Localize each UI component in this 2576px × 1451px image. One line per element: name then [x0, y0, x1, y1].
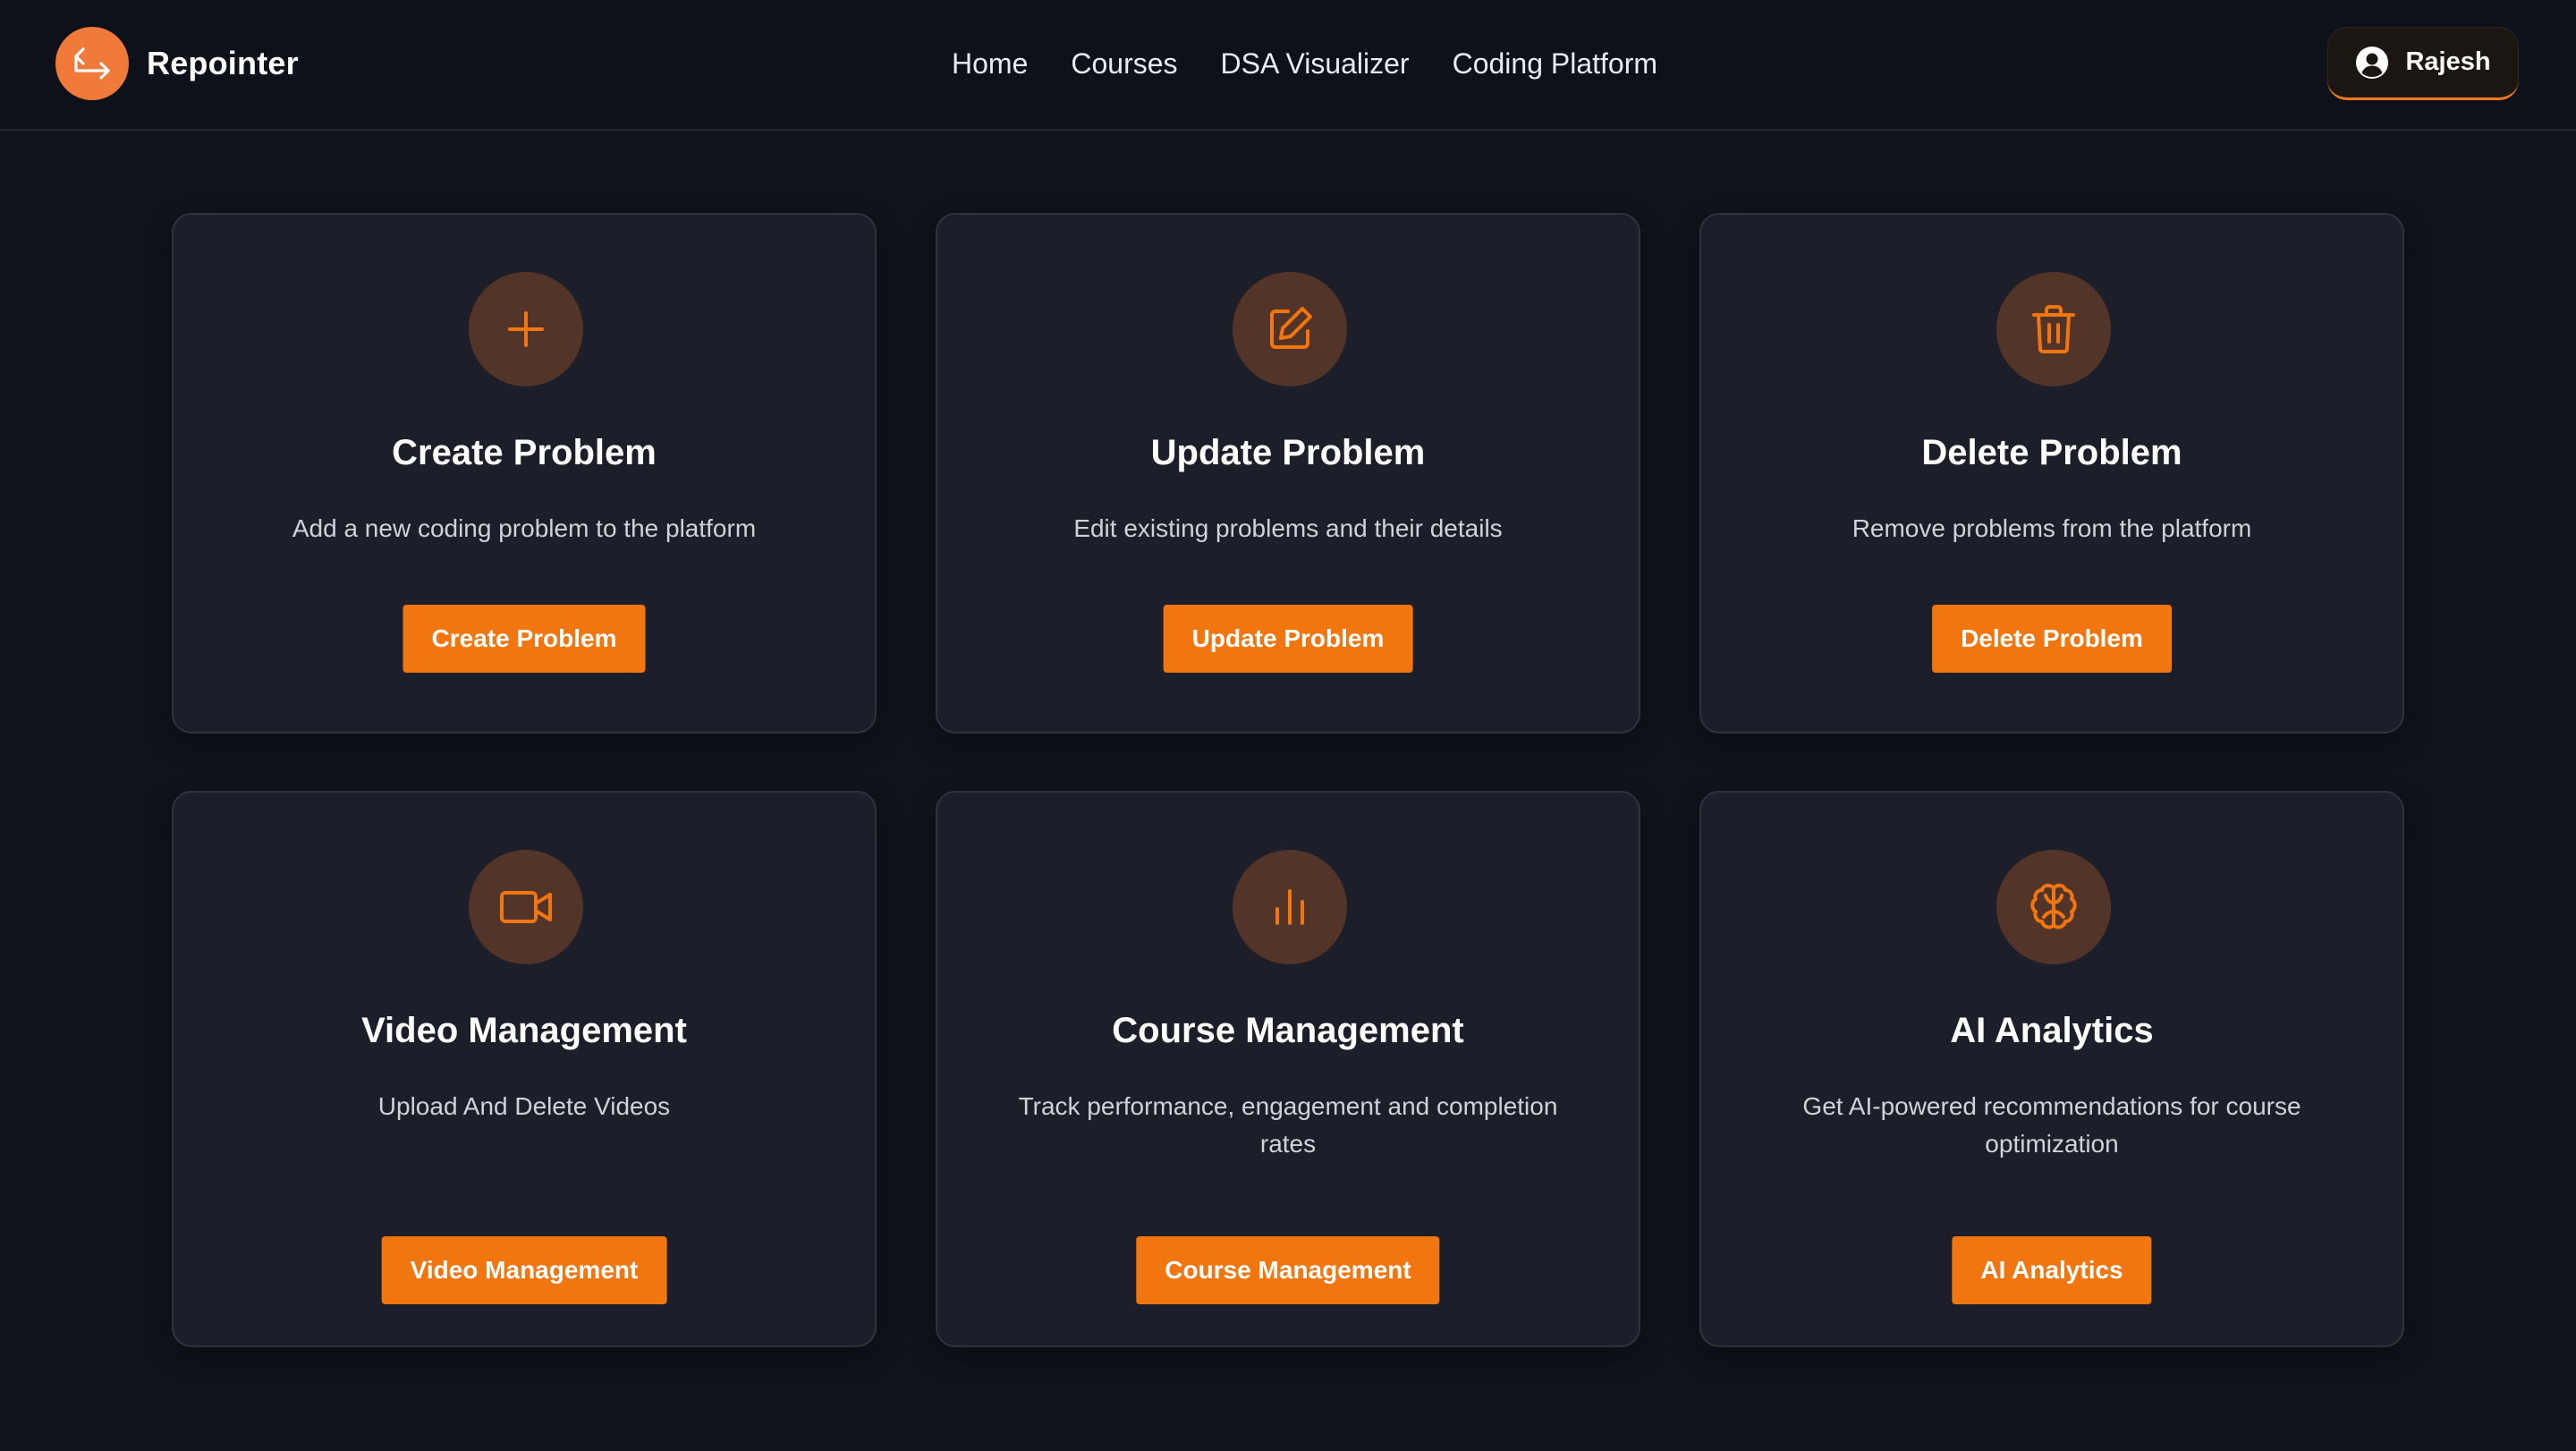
video-management-button[interactable]: Video Management — [381, 1236, 667, 1304]
card-course-management: Course Management Track performance, eng… — [936, 791, 1640, 1347]
card-description: Track performance, engagement and comple… — [1018, 1092, 1558, 1158]
card-title: Course Management — [1112, 1011, 1464, 1050]
nav-item-home[interactable]: Home — [952, 47, 1028, 81]
nav-item-courses[interactable]: Courses — [1071, 47, 1177, 81]
card-title: Update Problem — [1150, 433, 1426, 472]
nav-item-dsa-visualizer[interactable]: DSA Visualizer — [1221, 47, 1410, 81]
user-menu-button[interactable]: Rajesh — [2327, 27, 2519, 100]
brand-name: Repointer — [147, 45, 299, 81]
card-description: Get AI-powered recommendations for cours… — [1802, 1092, 2301, 1158]
user-circle-icon — [2355, 46, 2389, 80]
card-description: Upload And Delete Videos — [377, 1092, 671, 1120]
trash-icon — [1996, 272, 2111, 386]
nav-item-coding-platform[interactable]: Coding Platform — [1453, 47, 1657, 81]
card-create-problem: Create Problem Add a new coding problem … — [172, 213, 877, 734]
video-icon — [469, 850, 583, 964]
create-problem-button[interactable]: Create Problem — [402, 605, 646, 673]
card-description: Edit existing problems and their details — [1073, 514, 1503, 542]
card-title: Video Management — [361, 1011, 687, 1050]
card-title: AI Analytics — [1950, 1011, 2154, 1050]
card-description: Remove problems from the platform — [1852, 514, 2252, 542]
bar-chart-icon — [1233, 850, 1347, 964]
top-navbar: Repointer Home Courses DSA Visualizer Co… — [0, 0, 2576, 131]
card-title: Delete Problem — [1921, 433, 2182, 472]
card-description: Add a new coding problem to the platform — [292, 514, 757, 542]
card-update-problem: Update Problem Edit existing problems an… — [936, 213, 1640, 734]
plus-icon — [469, 272, 583, 386]
ai-analytics-button[interactable]: AI Analytics — [1952, 1236, 2152, 1304]
card-video-management: Video Management Upload And Delete Video… — [172, 791, 877, 1347]
card-title: Create Problem — [392, 433, 657, 472]
brain-icon — [1996, 850, 2111, 964]
card-delete-problem: Delete Problem Remove problems from the … — [1699, 213, 2404, 734]
brand-logo-link[interactable]: Repointer — [55, 27, 299, 100]
edit-icon — [1233, 272, 1347, 386]
update-problem-button[interactable]: Update Problem — [1163, 605, 1413, 673]
user-name: Rajesh — [2405, 47, 2491, 76]
course-management-button[interactable]: Course Management — [1136, 1236, 1440, 1304]
delete-problem-button[interactable]: Delete Problem — [1932, 605, 2172, 673]
main-nav: Home Courses DSA Visualizer Coding Platf… — [952, 41, 1657, 86]
logo-arrow-icon — [55, 27, 129, 100]
card-ai-analytics: AI Analytics Get AI-powered recommendati… — [1699, 791, 2404, 1347]
